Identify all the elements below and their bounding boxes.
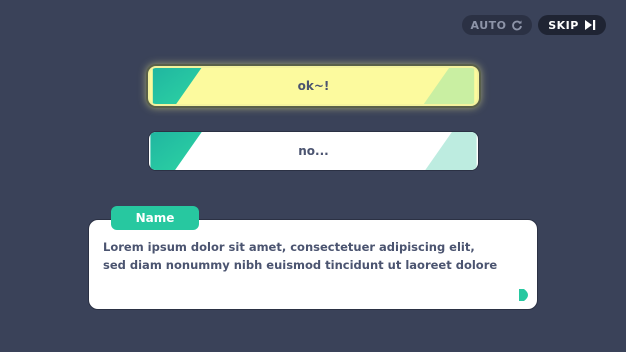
choice-label-no: no... [298, 144, 329, 158]
play-triangle-icon[interactable] [519, 289, 528, 301]
dialog-text: Lorem ipsum dolor sit amet, consectetuer… [103, 238, 528, 274]
choice-stripe-left [150, 132, 202, 170]
choice-stripe-left [152, 68, 202, 104]
choice-button-no[interactable]: no... [148, 131, 479, 171]
choice-stripe-right [425, 132, 477, 170]
dialog-line-1: Lorem ipsum dolor sit amet, consectetuer… [103, 240, 475, 254]
dialog-line-2: sed diam nonummy nibh euismod tincidunt … [103, 258, 498, 272]
skip-button[interactable]: SKIP [538, 15, 606, 35]
skip-forward-icon [584, 19, 596, 31]
choice-button-ok[interactable]: ok~! [148, 66, 479, 106]
skip-label: SKIP [548, 18, 579, 32]
refresh-icon [511, 19, 523, 31]
auto-button[interactable]: AUTO [462, 15, 532, 35]
speaker-name-tag: Name [111, 206, 199, 230]
choice-stripe-right [423, 68, 475, 104]
speaker-name: Name [135, 211, 175, 225]
auto-label: AUTO [470, 18, 507, 32]
choice-label-ok: ok~! [297, 79, 330, 93]
